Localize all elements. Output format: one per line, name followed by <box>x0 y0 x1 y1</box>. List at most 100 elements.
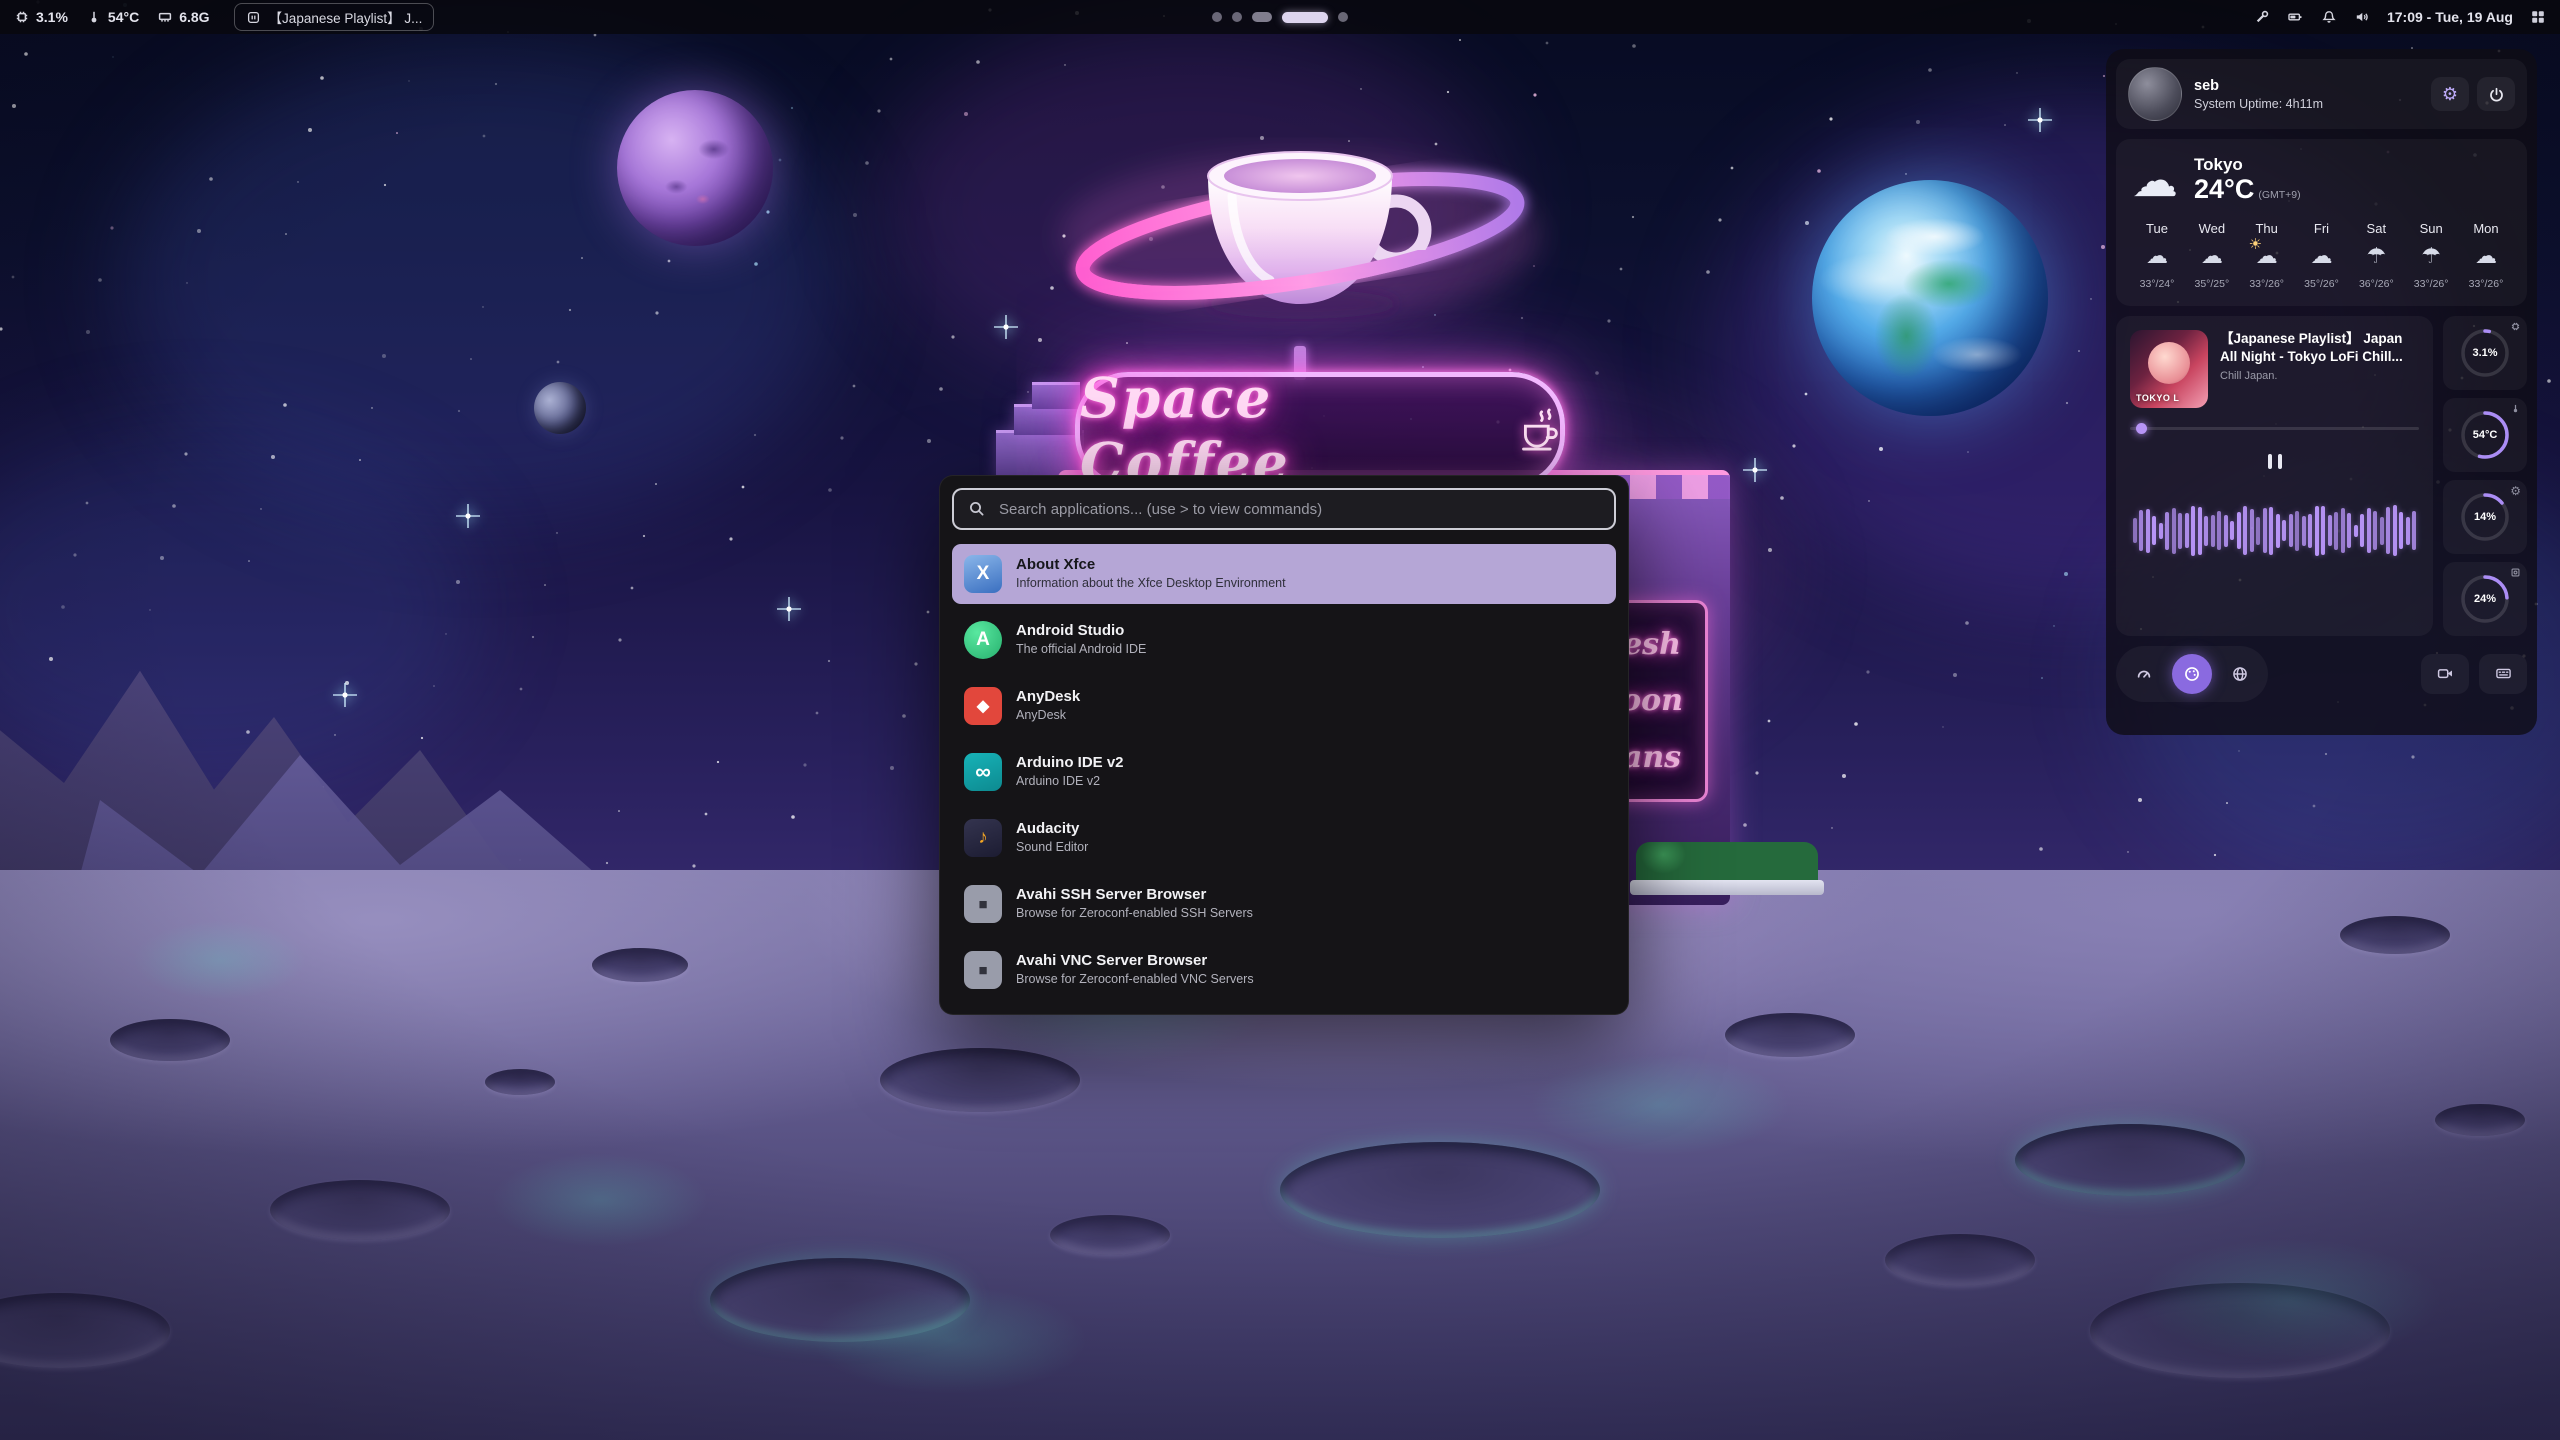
progress-handle[interactable] <box>2136 423 2147 434</box>
launcher-result-row[interactable]: AnyDesk AnyDesk <box>952 676 1616 736</box>
forecast-temps: 33°/26° <box>2469 278 2504 290</box>
volume-icon[interactable] <box>2354 9 2370 25</box>
pause-button[interactable] <box>2260 448 2290 475</box>
weather-temp: 24°C <box>2194 174 2254 204</box>
launcher-result-row[interactable]: Android Studio The official Android IDE <box>952 610 1616 670</box>
waveform-bar <box>2399 512 2403 549</box>
now-playing-pill[interactable]: 【Japanese Playlist】 J... <box>234 3 435 31</box>
app-icon <box>964 555 1002 593</box>
waveform-bar <box>2172 508 2176 554</box>
gauge-disk: 24% <box>2443 562 2527 636</box>
forecast-day: Wed 35°/25° <box>2187 221 2237 290</box>
launcher-result-row[interactable]: Avahi SSH Server Browser Browse for Zero… <box>952 874 1616 934</box>
application-launcher: About Xfce Information about the Xfce De… <box>939 475 1629 1015</box>
waveform-bar <box>2308 514 2312 548</box>
forecast-day-label: Thu <box>2255 221 2277 236</box>
notifications-icon[interactable] <box>2321 9 2337 25</box>
app-title: Avahi VNC Server Browser <box>1016 952 1254 970</box>
waveform-bar <box>2367 508 2371 553</box>
app-icon <box>964 885 1002 923</box>
media-progress[interactable] <box>2130 424 2419 434</box>
neon-window-text: esh <box>1623 630 1681 660</box>
wrench-icon[interactable] <box>2254 9 2270 25</box>
media-top: TOKYO L 【Japanese Playlist】 Japan All Ni… <box>2130 330 2419 408</box>
workspace-indicators <box>1212 0 1348 34</box>
appearance-button[interactable] <box>2172 654 2212 694</box>
forecast-temps: 35°/26° <box>2304 278 2339 290</box>
system-uptime: System Uptime: 4h11m <box>2194 97 2323 111</box>
search-input[interactable] <box>997 500 1600 519</box>
waveform-bar <box>2146 509 2150 553</box>
app-title: Audacity <box>1016 820 1088 838</box>
app-text: Audacity Sound Editor <box>1016 820 1088 856</box>
topbar-left-group: 3.1% 54°C 6.8G <box>14 3 434 31</box>
forecast-temps: 33°/26° <box>2414 278 2449 290</box>
screen-record-button[interactable] <box>2421 654 2469 694</box>
floating-cup-sculpture <box>1040 64 1560 384</box>
launcher-result-row[interactable]: Arduino IDE v2 Arduino IDE v2 <box>952 742 1616 802</box>
launcher-result-row[interactable]: Avahi VNC Server Browser Browse for Zero… <box>952 940 1616 1000</box>
settings-button[interactable]: ⚙ <box>2431 77 2469 111</box>
overview-grid-icon[interactable] <box>2530 9 2546 25</box>
user-text: seb System Uptime: 4h11m <box>2194 78 2323 111</box>
topbar-right-group: 17:09 - Tue, 19 Aug <box>2254 9 2546 25</box>
app-title: About Xfce <box>1016 556 1286 574</box>
quick-right-group <box>2421 654 2527 694</box>
app-subtitle: Browse for Zeroconf-enabled SSH Servers <box>1016 906 1253 922</box>
workspace-indicator-2[interactable] <box>1232 12 1242 22</box>
forecast-day-label: Tue <box>2146 221 2168 236</box>
waveform-bar <box>2354 525 2358 537</box>
cpu-usage-value: 3.1% <box>36 9 68 25</box>
progress-track[interactable] <box>2130 427 2419 430</box>
app-icon <box>964 753 1002 791</box>
waveform-bar <box>2315 506 2319 556</box>
gear-icon: ⚙ <box>2510 485 2521 497</box>
gauge-cpu-value: 3.1% <box>2472 347 2497 359</box>
avatar[interactable] <box>2128 67 2182 121</box>
waveform-bar <box>2282 520 2286 541</box>
waveform <box>2130 489 2419 573</box>
network-button[interactable] <box>2220 654 2260 694</box>
workspace-indicator-1[interactable] <box>1212 12 1222 22</box>
workspace-indicator-4[interactable] <box>1282 12 1328 23</box>
forecast-day: Mon 33°/26° <box>2461 221 2511 290</box>
cpu-usage-stat: 3.1% <box>14 9 68 25</box>
media-subtitle: Chill Japan. <box>2220 370 2419 382</box>
app-text: Avahi SSH Server Browser Browse for Zero… <box>1016 886 1253 922</box>
app-text: AnyDesk AnyDesk <box>1016 688 1080 724</box>
clock[interactable]: 17:09 - Tue, 19 Aug <box>2387 9 2513 25</box>
weather-icon <box>2475 244 2497 270</box>
launcher-result-row[interactable]: About Xfce Information about the Xfce De… <box>952 544 1616 604</box>
power-button[interactable] <box>2477 77 2515 111</box>
quick-settings-group <box>2116 646 2268 702</box>
battery-icon[interactable] <box>2287 9 2304 25</box>
launcher-results: About Xfce Information about the Xfce De… <box>952 544 1616 1000</box>
waveform-bar <box>2360 514 2364 547</box>
app-text: About Xfce Information about the Xfce De… <box>1016 556 1286 592</box>
app-text: Android Studio The official Android IDE <box>1016 622 1146 658</box>
forecast-day-label: Fri <box>2314 221 2329 236</box>
app-icon <box>964 951 1002 989</box>
waveform-bar <box>2178 513 2182 549</box>
gauge-cpu: 3.1% <box>2443 316 2527 390</box>
keyboard-button[interactable] <box>2479 654 2527 694</box>
disk-icon <box>2510 567 2521 578</box>
app-subtitle: AnyDesk <box>1016 708 1080 724</box>
user-actions: ⚙ <box>2431 77 2515 111</box>
performance-button[interactable] <box>2124 654 2164 694</box>
gauge-temperature: 54°C <box>2443 398 2527 472</box>
gauge-memory-value: 14% <box>2474 511 2496 523</box>
workspace-indicator-3[interactable] <box>1252 12 1272 22</box>
system-gauges-column: 3.1% 54°C <box>2443 316 2527 636</box>
media-text: 【Japanese Playlist】 Japan All Night - To… <box>2220 330 2419 408</box>
weather-timezone: (GMT+9) <box>2258 189 2300 201</box>
launcher-search-box[interactable] <box>952 488 1616 530</box>
workspace-indicator-5[interactable] <box>1338 12 1348 22</box>
media-and-stats-row: TOKYO L 【Japanese Playlist】 Japan All Ni… <box>2116 316 2527 636</box>
forecast-temps: 36°/26° <box>2359 278 2394 290</box>
gauge-memory: 14% ⚙ <box>2443 480 2527 554</box>
weather-icon <box>2366 244 2386 270</box>
forecast-temps: 35°/25° <box>2194 278 2229 290</box>
waveform-bar <box>2380 517 2384 545</box>
launcher-result-row[interactable]: Audacity Sound Editor <box>952 808 1616 868</box>
